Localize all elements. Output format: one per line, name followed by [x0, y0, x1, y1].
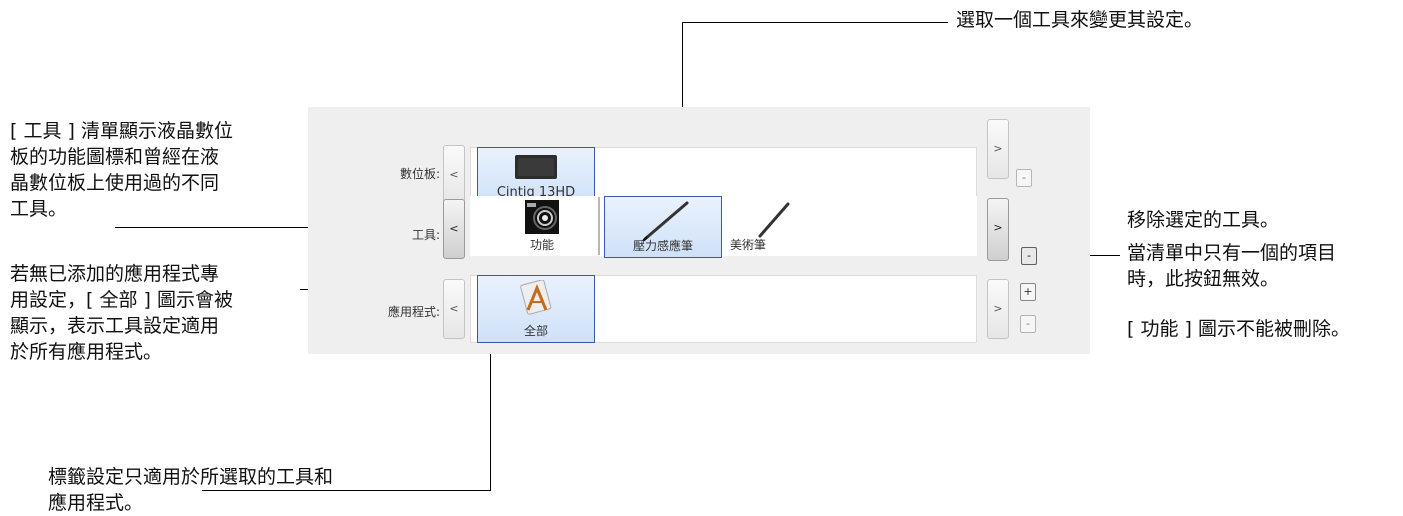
callout-select-tool: 選取一個工具來變更其設定。 [956, 9, 1204, 31]
callout-apps-all: 若無已添加的應用程式專 用設定，[ 全部 ] 圖示會被 顯示，表示工具設定適用 … [10, 263, 233, 363]
tablet-row-label: 數位板: [399, 167, 440, 181]
tablet-prev-button[interactable]: < [443, 145, 465, 205]
tool-selector-panel: 數位板: < Cintiq 13HD > - 工具: < 功能 壓力感應筆 美術… [308, 107, 1090, 354]
callout-single-item: 當清單中只有一個的項目 時，此按鈕無效。 [1127, 242, 1337, 290]
tablet-remove-button[interactable]: - [1016, 169, 1032, 187]
tool-remove-button[interactable]: - [1021, 247, 1037, 265]
functions-icon [525, 200, 559, 234]
leader-line [202, 490, 491, 491]
all-apps-icon [520, 280, 552, 315]
art-pen-icon [758, 202, 790, 238]
divider [598, 197, 600, 255]
tool-item-functions[interactable]: 功能 [492, 196, 592, 256]
tool-row-label: 工具: [411, 228, 440, 242]
app-row-label: 應用程式: [387, 305, 440, 319]
app-remove-button[interactable]: - [1020, 315, 1036, 333]
app-prev-button[interactable]: < [443, 279, 465, 339]
app-item-all[interactable]: 全部 [477, 275, 595, 343]
tool-item-grip-pen[interactable]: 壓力感應筆 [604, 196, 722, 258]
app-next-button[interactable]: > [987, 279, 1009, 339]
leader-line [682, 22, 948, 23]
callout-function-undeletable: [ 功能 ] 圖示不能被刪除。 [1127, 318, 1350, 340]
tablet-list: Cintiq 13HD [470, 147, 977, 204]
callout-tools-list: [ 工具 ] 清單顯示液晶數位 板的功能圖標和曾經在液 晶數位板上使用過的不同 … [10, 120, 233, 220]
tool-next-button[interactable]: > [987, 198, 1009, 261]
app-list: 全部 [470, 275, 977, 343]
tablet-icon [515, 155, 557, 179]
tool-prev-button[interactable]: < [443, 199, 465, 259]
tool-list: 功能 壓力感應筆 美術筆 [470, 196, 977, 258]
callout-remove-tool: 移除選定的工具。 [1127, 209, 1280, 231]
tablet-next-button[interactable]: > [987, 119, 1009, 179]
app-add-button[interactable]: + [1020, 283, 1036, 301]
tool-item-art-pen[interactable]: 美術筆 [728, 196, 828, 256]
